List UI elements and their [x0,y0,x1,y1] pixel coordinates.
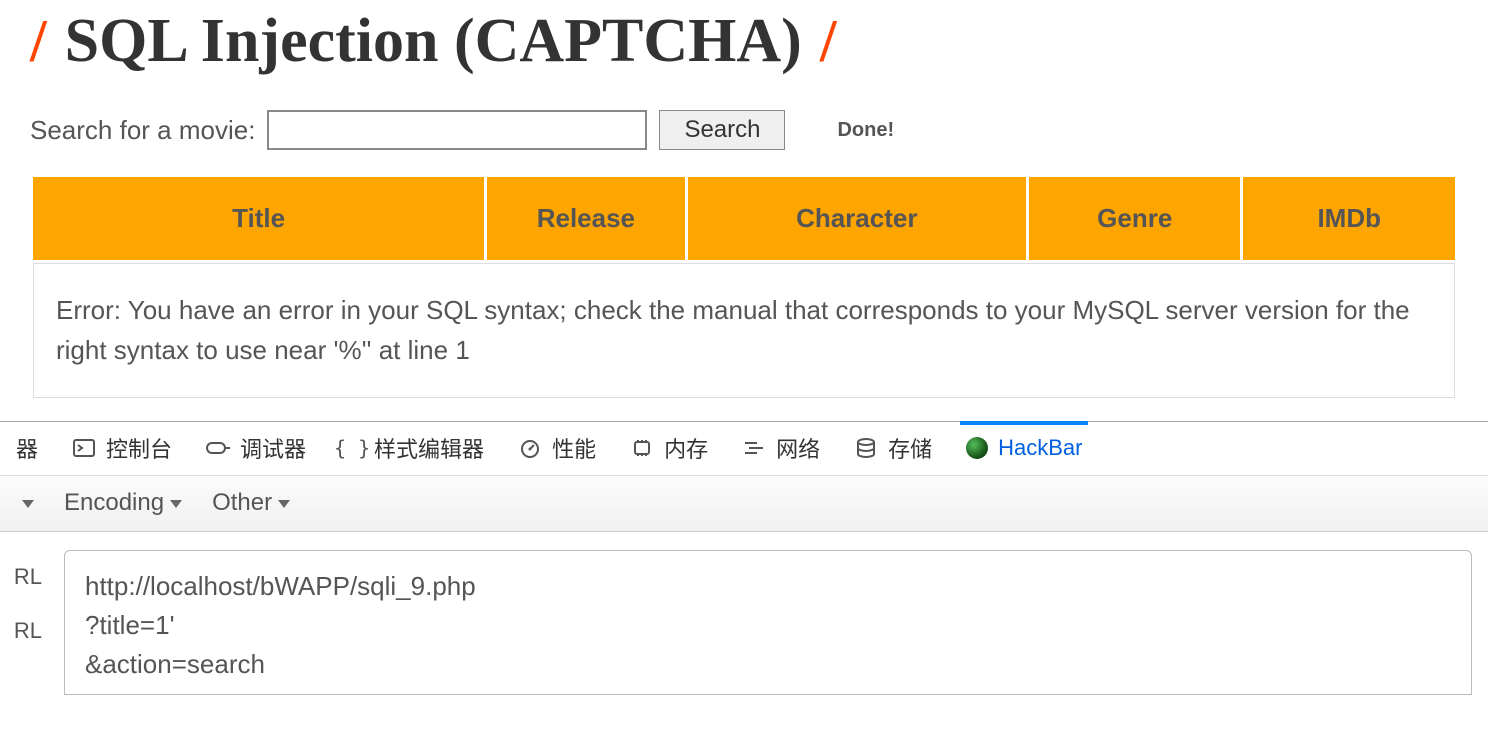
page-title: SQL Injection (CAPTCHA) [65,10,802,72]
search-label: Search for a movie: [30,115,255,146]
memory-icon [630,438,654,458]
chevron-down-icon [170,500,182,508]
tab-memory[interactable]: 内存 [630,422,708,475]
dropdown-encoding-label: Encoding [64,489,164,517]
th-release: Release [487,177,684,260]
hackbar-icon [966,437,988,459]
storage-icon [854,438,878,458]
tab-console-label: 控制台 [106,432,172,464]
th-title: Title [33,177,484,260]
devtools-tabbar: 器 控制台 调试器 { } 样式编辑器 性能 [0,422,1488,476]
search-button[interactable]: Search [659,110,785,150]
search-status: Done! [837,119,894,142]
tab-debugger-label: 调试器 [240,432,306,464]
slash-left: / [30,11,47,71]
table-row: Error: You have an error in your SQL syn… [33,263,1455,398]
tab-performance[interactable]: 性能 [518,422,596,475]
url-line: http://localhost/bWAPP/sqli_9.php [85,567,1451,606]
debugger-icon [206,438,230,458]
tab-console[interactable]: 控制台 [72,422,172,475]
tab-storage-label: 存储 [888,432,932,464]
side-label-rl-2: RL [14,618,42,644]
tab-hackbar-label: HackBar [998,435,1082,461]
results-table: Title Release Character Genre IMDb Error… [30,174,1458,401]
dropdown-partial[interactable] [16,498,34,508]
network-icon [742,438,766,458]
url-line: ?title=1' [85,606,1451,645]
tab-performance-label: 性能 [552,432,596,464]
th-character: Character [688,177,1026,260]
style-editor-icon: { } [340,438,364,458]
url-textarea[interactable]: http://localhost/bWAPP/sqli_9.php ?title… [64,550,1472,695]
devtools-panel: 器 控制台 调试器 { } 样式编辑器 性能 [0,421,1488,695]
dropdown-other-label: Other [212,489,272,517]
side-label-rl-1: RL [14,564,42,590]
tab-hackbar[interactable]: HackBar [966,422,1082,475]
th-genre: Genre [1029,177,1241,260]
tab-memory-label: 内存 [664,432,708,464]
hackbar-toolbar: Encoding Other [0,476,1488,532]
slash-right: / [820,11,837,71]
sql-error-cell: Error: You have an error in your SQL syn… [33,263,1455,398]
tab-debugger[interactable]: 调试器 [206,422,306,475]
tab-network-label: 网络 [776,432,820,464]
tab-fragment: 器 [16,432,38,464]
url-line: &action=search [85,645,1451,684]
performance-icon [518,438,542,458]
tab-style-editor[interactable]: { } 样式编辑器 [340,422,484,475]
tab-network[interactable]: 网络 [742,422,820,475]
dropdown-encoding[interactable]: Encoding [64,489,182,517]
th-imdb: IMDb [1243,177,1455,260]
tab-storage[interactable]: 存储 [854,422,932,475]
dropdown-other[interactable]: Other [212,489,290,517]
search-input[interactable] [267,110,647,150]
console-icon [72,438,96,458]
chevron-down-icon [22,500,34,508]
chevron-down-icon [278,500,290,508]
tab-style-editor-label: 样式编辑器 [374,432,484,464]
